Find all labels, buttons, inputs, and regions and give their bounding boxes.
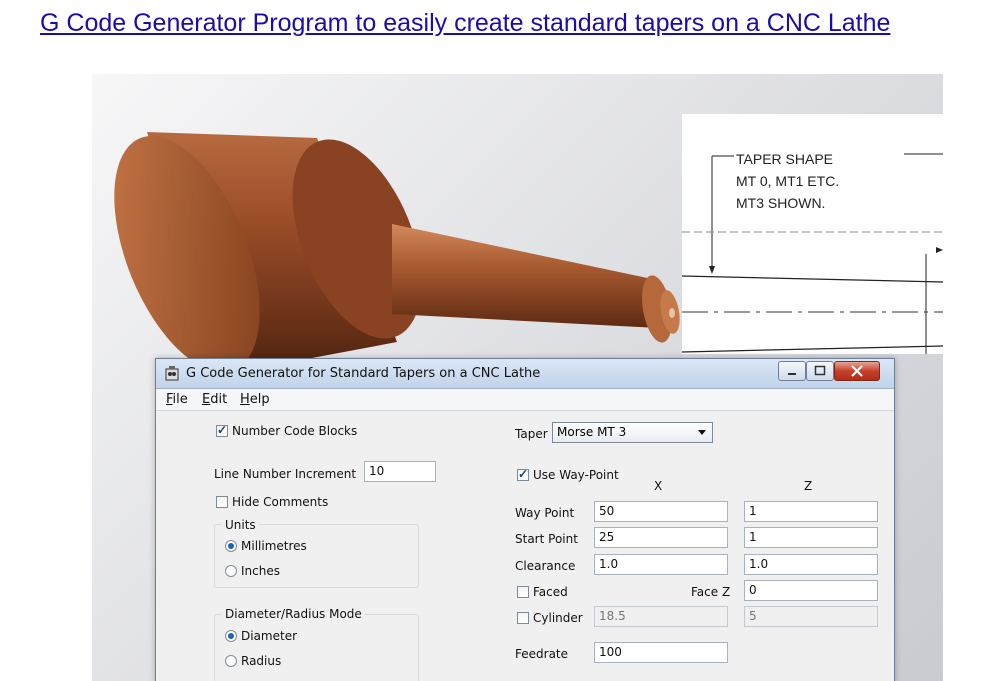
close-button[interactable]	[834, 361, 880, 381]
feedrate-label: Feedrate	[515, 647, 569, 661]
use-way-point-label: Use Way-Point	[533, 468, 619, 482]
cylinder-z-input[interactable]: 5	[744, 606, 878, 627]
maximize-icon	[814, 365, 826, 376]
taper-shaft	[392, 224, 677, 329]
menu-bar: File Edit Help	[156, 389, 894, 411]
clearance-z-input[interactable]: 1.0	[744, 554, 878, 575]
radius-radio[interactable]	[225, 655, 237, 667]
face-z-input[interactable]: 0	[744, 580, 878, 601]
gcode-generator-window: G Code Generator for Standard Tapers on …	[155, 358, 895, 681]
drawing-note-line-1: TAPER SHAPE	[736, 151, 833, 167]
radius-label: Radius	[241, 654, 282, 668]
line-number-increment-input[interactable]: 10	[364, 461, 436, 482]
millimetres-radio[interactable]	[225, 540, 237, 552]
start-point-label: Start Point	[515, 532, 578, 546]
taper-select-value: Morse MT 3	[557, 425, 627, 439]
line-number-increment-label: Line Number Increment	[214, 467, 357, 481]
drawing-note-line-2: MT 0, MT1 ETC.	[736, 173, 840, 189]
clearance-label: Clearance	[515, 559, 576, 573]
drawing-note: TAPER SHAPE MT 0, MT1 ETC. MT3 SHOWN.	[736, 148, 839, 214]
millimetres-label: Millimetres	[241, 539, 307, 553]
diameter-radius-group-title: Diameter/Radius Mode	[222, 607, 365, 621]
hide-comments-label: Hide Comments	[232, 495, 329, 509]
cylinder-checkbox[interactable]	[517, 612, 529, 624]
technical-drawing: TAPER SHAPE MT 0, MT1 ETC. MT3 SHOWN.	[682, 114, 943, 354]
faced-checkbox[interactable]	[517, 586, 529, 598]
menu-file[interactable]: File	[166, 392, 188, 407]
drawing-note-line-3: MT3 SHOWN.	[736, 195, 826, 211]
diameter-radius-group	[214, 614, 419, 681]
start-point-z-input[interactable]: 1	[744, 527, 878, 548]
faced-label: Faced	[533, 585, 568, 599]
minimize-icon	[788, 373, 796, 375]
cylinder-label: Cylinder	[533, 611, 583, 625]
number-code-blocks-checkbox[interactable]	[216, 423, 228, 437]
hero-image: TAPER SHAPE MT 0, MT1 ETC. MT3 SHOWN. G …	[92, 74, 943, 681]
maximize-button[interactable]	[806, 361, 834, 381]
inches-label: Inches	[241, 564, 280, 578]
window-title: G Code Generator for Standard Tapers on …	[186, 366, 541, 381]
hide-comments-checkbox[interactable]	[216, 496, 228, 508]
x-column-header: X	[654, 479, 663, 493]
diameter-radio[interactable]	[225, 630, 237, 642]
clearance-x-input[interactable]: 1.0	[594, 554, 728, 575]
close-icon	[851, 365, 863, 377]
number-code-blocks-label: Number Code Blocks	[232, 424, 358, 438]
way-point-x-input[interactable]: 50	[594, 501, 728, 522]
use-way-point-checkbox[interactable]	[517, 467, 529, 481]
diameter-label: Diameter	[241, 629, 298, 643]
face-z-label: Face Z	[691, 585, 731, 599]
cylinder-x-input[interactable]: 18.5	[594, 606, 728, 627]
taper-label: Taper	[515, 427, 548, 441]
shaft-center-hole	[669, 308, 675, 318]
menu-edit[interactable]: Edit	[202, 392, 227, 407]
menu-help[interactable]: Help	[240, 392, 270, 407]
inches-radio[interactable]	[225, 565, 237, 577]
units-group	[214, 524, 419, 588]
way-point-z-input[interactable]: 1	[744, 501, 878, 522]
taper-select[interactable]: Morse MT 3	[552, 422, 713, 443]
start-point-x-input[interactable]: 25	[594, 527, 728, 548]
units-group-title: Units	[222, 518, 259, 532]
minimize-button[interactable]	[778, 361, 806, 381]
z-column-header: Z	[804, 479, 813, 493]
window-titlebar[interactable]: G Code Generator for Standard Tapers on …	[156, 359, 894, 389]
page-title-link[interactable]: G Code Generator Program to easily creat…	[40, 8, 960, 39]
chevron-down-icon	[698, 430, 706, 435]
way-point-label: Way Point	[515, 506, 575, 520]
app-icon	[165, 366, 179, 381]
feedrate-input[interactable]: 100	[594, 642, 728, 663]
